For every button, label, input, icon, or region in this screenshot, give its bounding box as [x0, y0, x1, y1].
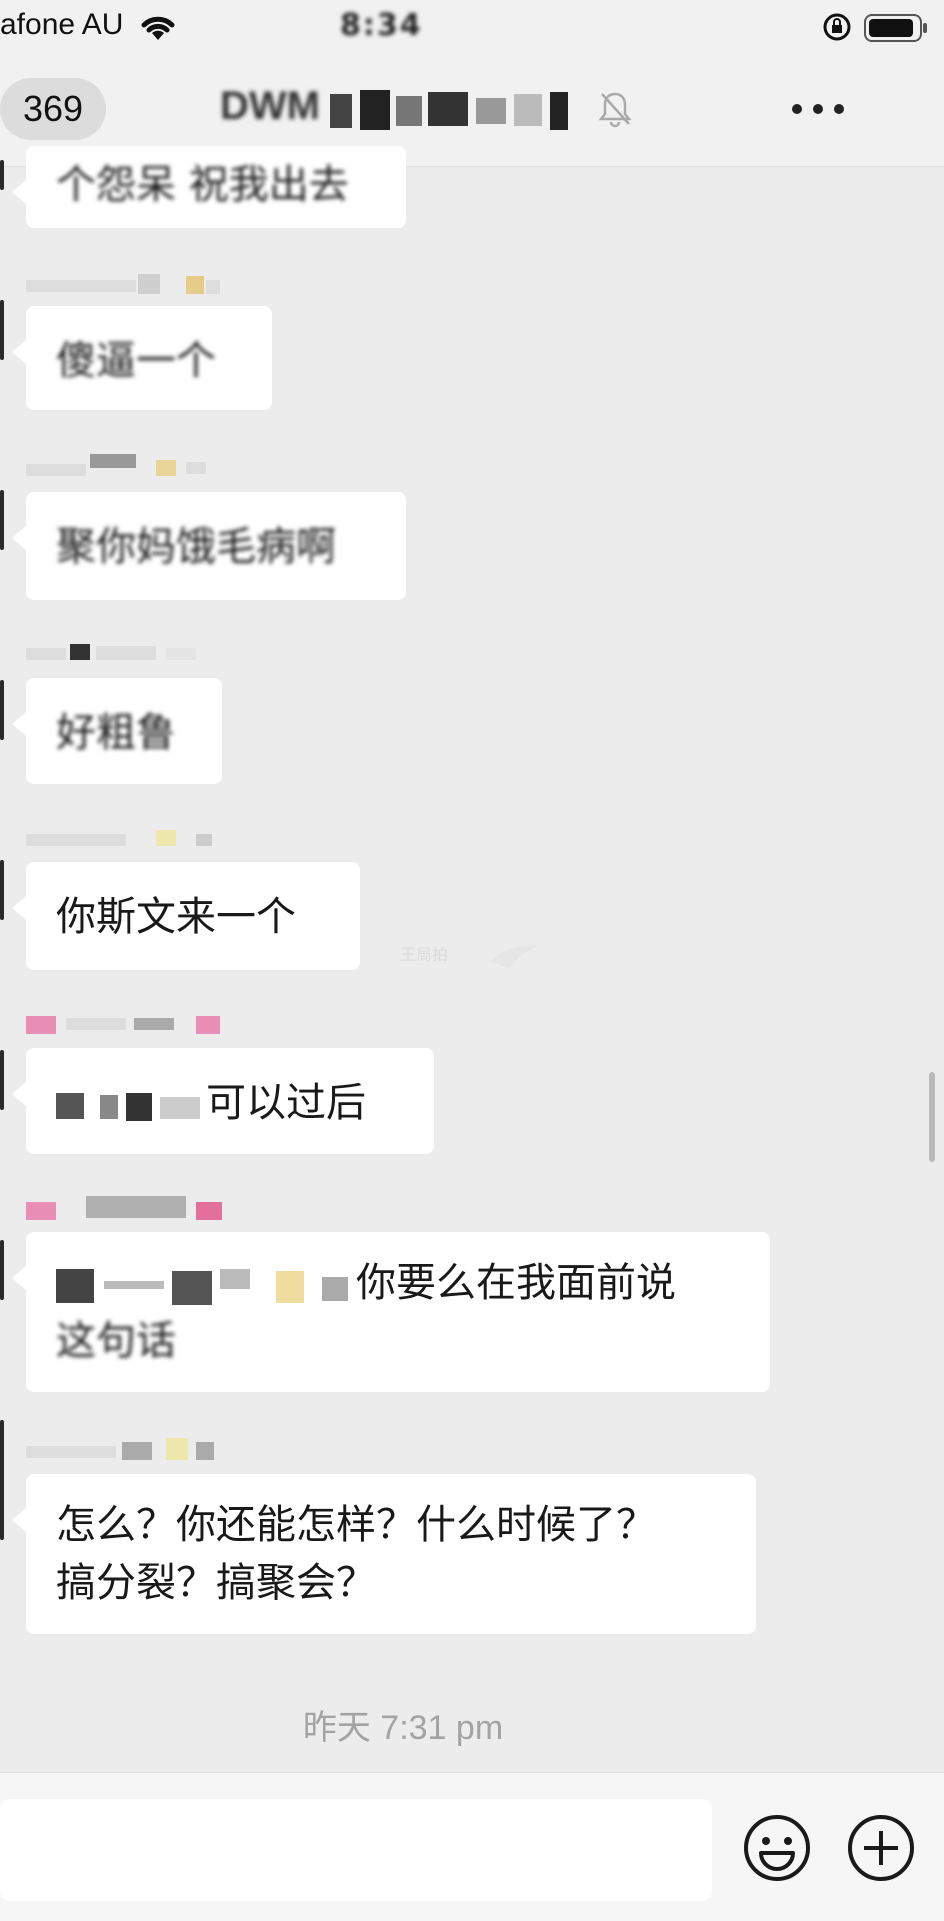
message-bubble[interactable]: 怎么？你还能怎样？什么时候了？ 搞分裂？搞聚会？ [12, 1474, 756, 1634]
wifi-icon [141, 16, 175, 40]
redacted-mention [56, 1269, 348, 1305]
back-button[interactable]: 369 [0, 78, 106, 140]
battery-icon [864, 14, 927, 42]
message-text: 个怨呆 祝我出去 [56, 162, 349, 208]
sender-name-redacted [26, 1196, 222, 1220]
sender-name-redacted [26, 274, 220, 294]
sender-name-redacted [26, 454, 206, 476]
title-redaction [330, 90, 568, 130]
chat-title: DWM [220, 84, 320, 128]
avatar-edge [0, 1420, 4, 1540]
status-bar: afone AU 8:34 [0, 0, 944, 60]
sender-name-redacted [26, 830, 212, 846]
message-bubble[interactable]: 个怨呆 祝我出去 [12, 146, 406, 228]
avatar-edge [0, 1240, 4, 1300]
message-bubble[interactable]: 你斯文来一个 [12, 862, 360, 970]
redacted-mention [56, 1093, 200, 1121]
sender-name-redacted [26, 1438, 214, 1460]
avatar-edge [0, 1050, 4, 1110]
status-time: 8:34 [340, 8, 423, 43]
input-bar [0, 1772, 944, 1921]
message-bubble[interactable]: 你要么在我面前说 这句话 [12, 1232, 770, 1392]
more-icon[interactable] [792, 104, 844, 118]
message-text: 这句话 [56, 1318, 176, 1364]
carrier-label: afone AU [0, 8, 124, 41]
message-text: 搞分裂？搞聚会？ [56, 1560, 376, 1606]
scrollbar-thumb[interactable] [929, 1072, 935, 1162]
emoji-icon[interactable] [742, 1813, 812, 1883]
message-bubble[interactable]: 傻逼一个 [12, 306, 272, 410]
avatar-edge [0, 160, 4, 190]
message-bubble[interactable]: 可以过后 [12, 1048, 434, 1154]
message-text: 你要么在我面前说 [356, 1260, 676, 1306]
message-text: 傻逼一个 [56, 338, 216, 384]
mute-bell-icon [598, 92, 632, 128]
rotation-lock-icon [823, 13, 851, 41]
plus-icon[interactable] [846, 1813, 916, 1883]
svg-text:王局拍: 王局拍 [400, 945, 448, 964]
sender-name-redacted [26, 1016, 220, 1034]
watermark-icon: 王局拍 [400, 945, 540, 968]
message-text: 好粗鲁 [56, 710, 176, 756]
message-text: 可以过后 [206, 1080, 366, 1126]
message-bubble[interactable]: 聚你妈饿毛病啊 [12, 492, 406, 600]
timestamp: 昨天 7:31 pm [302, 1709, 504, 1747]
avatar-edge [0, 860, 4, 920]
message-text: 怎么？你还能怎样？什么时候了？ [56, 1502, 656, 1548]
sender-name-redacted [26, 644, 196, 660]
message-bubble[interactable]: 好粗鲁 [12, 678, 222, 784]
message-input[interactable] [0, 1799, 712, 1901]
message-text: 你斯文来一个 [56, 894, 296, 940]
avatar-edge [0, 300, 4, 360]
avatar-edge [0, 490, 4, 550]
message-text: 聚你妈饿毛病啊 [56, 524, 336, 570]
avatar-edge [0, 680, 4, 740]
